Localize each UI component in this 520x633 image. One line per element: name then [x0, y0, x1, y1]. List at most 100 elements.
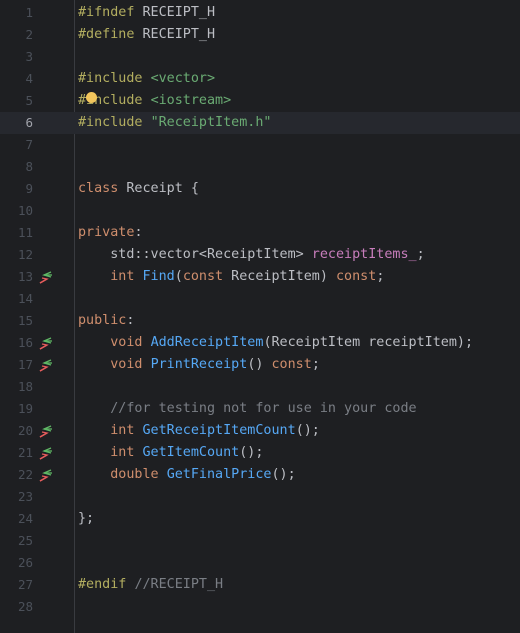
line-number[interactable]: 19	[0, 398, 33, 420]
code-token: const	[182, 269, 224, 284]
code-token: GetReceiptItemCount	[142, 423, 296, 438]
code-token: int	[110, 445, 135, 460]
line-number[interactable]: 24	[0, 508, 33, 530]
code-line[interactable]: 4 #include <vector>	[0, 68, 520, 90]
code-token: RECEIPT_H	[134, 5, 216, 20]
lightbulb-icon[interactable]	[86, 92, 97, 103]
code-lines[interactable]: 1 #ifndef RECEIPT_H 2 #define RECEIPT_H 3 4 #i…	[0, 2, 520, 618]
line-number[interactable]: 3	[0, 46, 33, 68]
code-line[interactable]: 23	[0, 486, 520, 508]
code-line[interactable]: 5 #include <iostream>	[0, 90, 520, 112]
line-number[interactable]: 27	[0, 574, 33, 596]
code-line[interactable]: 20 int GetReceiptItemCount();	[0, 420, 520, 442]
code-line[interactable]: 13 int Find(const ReceiptItem) const;	[0, 266, 520, 288]
line-number[interactable]: 5	[0, 90, 33, 112]
code-line[interactable]: 21 int GetItemCount();	[0, 442, 520, 464]
code-text[interactable]: class Receipt {	[78, 178, 199, 200]
line-number[interactable]: 28	[0, 596, 33, 618]
line-number[interactable]: 20	[0, 420, 33, 442]
code-line[interactable]: 9 class Receipt {	[0, 178, 520, 200]
implementation-navigation-arrows-icon[interactable]	[38, 420, 54, 442]
code-line[interactable]: 7	[0, 134, 520, 156]
code-text[interactable]: double GetFinalPrice();	[78, 464, 295, 486]
code-token: ReceiptItem)	[223, 269, 336, 284]
line-number[interactable]: 7	[0, 134, 33, 156]
code-line[interactable]: 25	[0, 530, 520, 552]
line-number[interactable]: 15	[0, 310, 33, 332]
code-token: :	[134, 225, 143, 240]
code-token: ()	[247, 357, 272, 372]
code-text[interactable]: void PrintReceipt() const;	[78, 354, 320, 376]
code-text[interactable]: #define RECEIPT_H	[78, 24, 215, 46]
code-line[interactable]: 28	[0, 596, 520, 618]
code-line[interactable]: 19 //for testing not for use in your cod…	[0, 398, 520, 420]
code-line[interactable]: 18	[0, 376, 520, 398]
code-token: #include	[78, 115, 143, 130]
code-text[interactable]: #endif //RECEIPT_H	[78, 574, 223, 596]
code-text[interactable]: void AddReceiptItem(ReceiptItem receiptI…	[78, 332, 473, 354]
line-number[interactable]: 4	[0, 68, 33, 90]
line-number[interactable]: 21	[0, 442, 33, 464]
code-text[interactable]: #ifndef RECEIPT_H	[78, 2, 215, 24]
code-line[interactable]: 24};	[0, 508, 520, 530]
implementation-navigation-arrows-icon[interactable]	[38, 464, 54, 486]
code-text[interactable]: int GetReceiptItemCount();	[78, 420, 320, 442]
line-number[interactable]: 26	[0, 552, 33, 574]
implementation-navigation-arrows-icon[interactable]	[38, 332, 54, 354]
line-number[interactable]: 14	[0, 288, 33, 310]
line-number[interactable]: 2	[0, 24, 33, 46]
code-editor[interactable]: 1 #ifndef RECEIPT_H 2 #define RECEIPT_H 3 4 #i…	[0, 0, 520, 633]
code-token: std::vector<ReceiptItem>	[78, 247, 312, 262]
code-line[interactable]: 10	[0, 200, 520, 222]
line-number[interactable]: 6	[0, 112, 33, 134]
line-number[interactable]: 16	[0, 332, 33, 354]
code-token: #define	[78, 27, 135, 42]
line-number[interactable]: 8	[0, 156, 33, 178]
code-line[interactable]: 3	[0, 46, 520, 68]
code-token: //for testing not for use in your code	[110, 401, 417, 416]
code-line[interactable]: 16 void AddReceiptItem(ReceiptItem recei…	[0, 332, 520, 354]
line-number[interactable]: 23	[0, 486, 33, 508]
code-line[interactable]: 17 void PrintReceipt() const;	[0, 354, 520, 376]
code-text[interactable]: int GetItemCount();	[78, 442, 263, 464]
code-token: receiptItems_	[311, 247, 417, 262]
code-text[interactable]: std::vector<ReceiptItem> receiptItems_;	[78, 244, 424, 266]
line-number[interactable]: 1	[0, 2, 33, 24]
code-line[interactable]: 2 #define RECEIPT_H	[0, 24, 520, 46]
line-number[interactable]: 12	[0, 244, 33, 266]
code-text[interactable]: int Find(const ReceiptItem) const;	[78, 266, 384, 288]
code-text[interactable]: //for testing not for use in your code	[78, 398, 417, 420]
line-number[interactable]: 22	[0, 464, 33, 486]
implementation-navigation-arrows-icon[interactable]	[38, 266, 54, 288]
code-line[interactable]: 22 double GetFinalPrice();	[0, 464, 520, 486]
code-token: int	[110, 423, 135, 438]
line-number[interactable]: 9	[0, 178, 33, 200]
line-number[interactable]: 13	[0, 266, 33, 288]
code-token: void	[110, 357, 143, 372]
line-number[interactable]: 25	[0, 530, 33, 552]
line-number[interactable]: 17	[0, 354, 33, 376]
code-line[interactable]: 6 #include "ReceiptItem.h"	[0, 112, 520, 134]
code-line[interactable]: 8	[0, 156, 520, 178]
code-line[interactable]: 1 #ifndef RECEIPT_H	[0, 2, 520, 24]
code-line[interactable]: 11 private:	[0, 222, 520, 244]
code-text[interactable]: #include <iostream>	[78, 90, 231, 112]
code-line[interactable]: 14	[0, 288, 520, 310]
implementation-navigation-arrows-icon[interactable]	[38, 442, 54, 464]
code-line[interactable]: 15 public:	[0, 310, 520, 332]
code-line[interactable]: 26	[0, 552, 520, 574]
code-text[interactable]: private:	[78, 222, 143, 244]
code-text[interactable]: };	[78, 508, 94, 530]
code-text[interactable]: #include <vector>	[78, 68, 215, 90]
line-number[interactable]: 10	[0, 200, 33, 222]
line-number[interactable]: 18	[0, 376, 33, 398]
code-text[interactable]: #include "ReceiptItem.h"	[78, 112, 272, 134]
implementation-navigation-arrows-icon[interactable]	[38, 354, 54, 376]
code-text[interactable]: public:	[78, 310, 134, 332]
line-number[interactable]: 11	[0, 222, 33, 244]
code-line[interactable]: 12 std::vector<ReceiptItem> receiptItems…	[0, 244, 520, 266]
code-line[interactable]: 27 #endif //RECEIPT_H	[0, 574, 520, 596]
